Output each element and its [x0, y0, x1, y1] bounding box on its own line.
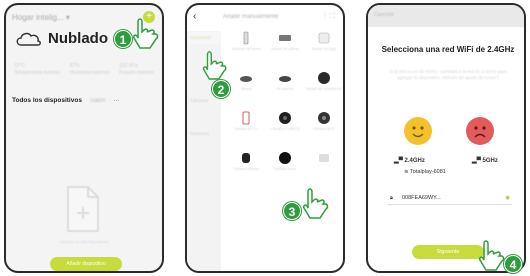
- back-icon[interactable]: ‹: [193, 11, 196, 22]
- router-icon: ▂▀: [472, 158, 481, 164]
- device-tile[interactable]: Sirena: [227, 71, 266, 105]
- device-tile[interactable]: Cámara IP (Wi-Fi): [266, 111, 305, 145]
- home-selector[interactable]: Hogar intelig... ▾: [12, 13, 70, 22]
- device-tile[interactable]: Cámara Wi-Fi: [304, 111, 343, 145]
- device-tile[interactable]: Cámara exterior: [227, 151, 266, 185]
- device-tile[interactable]: Sensor de CO: [227, 111, 266, 145]
- alarm-kit-icon: [278, 76, 291, 82]
- camera-icon: [242, 153, 251, 163]
- add-device-button[interactable]: Añadir dispositivo: [50, 257, 122, 271]
- motion-sensor-icon: [317, 72, 330, 84]
- step-badge: 4: [504, 255, 522, 273]
- router-icon: ▂▀: [394, 158, 403, 164]
- speed-label-5g: ▂▀ 5GHz: [472, 158, 498, 164]
- next-button[interactable]: Siguiente: [412, 245, 484, 259]
- camera-icon: [278, 152, 291, 164]
- cancel-link[interactable]: Cancelar: [374, 12, 394, 18]
- cloud-icon: [16, 32, 41, 46]
- leak-sensor-icon: [318, 32, 329, 44]
- screen-title: Añadir manualmente: [223, 14, 279, 20]
- password-field[interactable]: 🔒︎ 008FEA69WY... ◉: [388, 191, 512, 205]
- co-sensor-icon: [242, 111, 250, 125]
- more-icon[interactable]: ···: [113, 98, 119, 104]
- hand-pointer-icon: [130, 12, 162, 52]
- step-badge: 1: [114, 30, 132, 48]
- hand-pointer-icon: [300, 182, 332, 222]
- empty-document-icon: [67, 186, 99, 232]
- camera-icon: [318, 154, 329, 162]
- door-sensor-icon: [278, 35, 291, 41]
- stat-temperature: 12°C Temperatura exterior: [14, 63, 61, 76]
- step-badge: 3: [283, 202, 301, 220]
- smoke-sensor-icon: [244, 31, 249, 45]
- sad-face-icon: [466, 117, 494, 145]
- device-tile[interactable]: Sensor de fuga: [304, 31, 343, 65]
- step-badge: 2: [212, 80, 230, 98]
- stat-pressure: 103 hPa Presión exterior: [118, 63, 154, 76]
- stat-humidity: 87% Humedad exterior: [69, 63, 110, 76]
- tutorial-stage: Hogar intelig... ▾ + Nublado 12°C Tempera…: [0, 0, 530, 276]
- hand-pointer-icon: [200, 44, 230, 84]
- speed-label-2g: ▂▀ 2.4GHz: [394, 158, 425, 164]
- camera-icon: [317, 112, 330, 124]
- siren-icon: [240, 76, 253, 82]
- eye-icon[interactable]: ◉: [505, 191, 510, 205]
- device-grid: Detector de humo Sensor de puerta Sensor…: [227, 31, 343, 185]
- device-tile[interactable]: Detector de humo: [227, 31, 266, 65]
- lock-icon: 🔒︎: [390, 195, 393, 201]
- camera-icon: [278, 112, 291, 124]
- wifi-icon: ≋: [404, 169, 409, 175]
- weather-stats: 12°C Temperatura exterior 87% Humedad exte…: [14, 63, 154, 77]
- phone-wifi-select: Cancelar Selecciona una red WiFi de 2.4G…: [366, 3, 526, 273]
- device-tile[interactable]: Sensor de movimiento: [304, 71, 343, 105]
- hand-pointer-icon: [476, 234, 508, 274]
- tab-living-room[interactable]: Salón: [90, 98, 105, 104]
- happy-face-icon: [404, 117, 432, 145]
- device-tile[interactable]: Cámara domo: [266, 151, 305, 185]
- empty-state-text: Todavía no hay dispositivos: [59, 239, 109, 244]
- wifi-ssid[interactable]: ≋ Totalplay-6081: [404, 169, 446, 175]
- device-tile[interactable]: [304, 151, 343, 185]
- room-tabs: Todos los dispositivos Salón ···: [12, 97, 119, 104]
- weather-condition: Nublado: [48, 29, 108, 47]
- wifi-note: Si la red no es de 5GHz, cambiala a la r…: [389, 69, 507, 80]
- category-item-security[interactable]: Seguridad: [187, 31, 221, 44]
- device-tile[interactable]: Kit alarma: [266, 71, 305, 105]
- device-tile[interactable]: Sensor de puerta: [266, 31, 305, 65]
- category-item-sensors[interactable]: Sensores: [187, 127, 221, 140]
- tab-all-devices[interactable]: Todos los dispositivos: [12, 97, 82, 104]
- wifi-title: Selecciona una red WiFi de 2.4GHz: [381, 45, 515, 54]
- header-icons[interactable]: ⋮ ⛶: [321, 12, 335, 21]
- weather-widget: Nublado: [14, 29, 108, 47]
